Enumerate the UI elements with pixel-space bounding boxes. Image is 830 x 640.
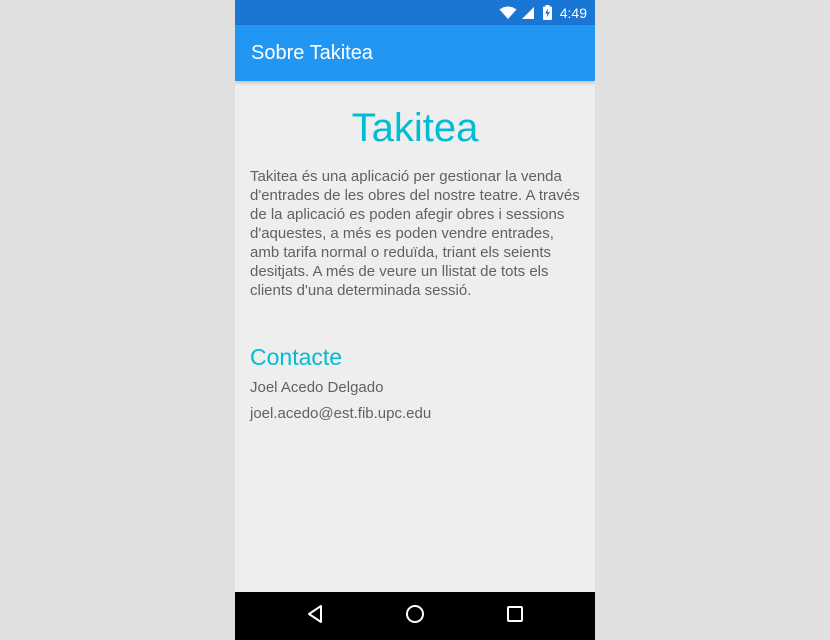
app-title: Takitea <box>351 106 479 150</box>
status-time: 4:49 <box>559 4 587 21</box>
recents-icon <box>506 605 524 628</box>
back-button[interactable] <box>285 592 345 640</box>
status-icons: 4:49 <box>499 0 587 25</box>
status-bar: 4:49 <box>235 0 595 25</box>
home-button[interactable] <box>385 592 445 640</box>
battery-charging-icon <box>542 5 552 20</box>
phone-screen: 4:49 Sobre Takitea Takitea Takitea és un… <box>235 0 595 640</box>
about-content: Takitea Takitea és una aplicació per ges… <box>235 81 595 592</box>
app-bar: Sobre Takitea <box>235 25 595 81</box>
recents-button[interactable] <box>485 592 545 640</box>
contact-name: Joel Acedo Delgado <box>250 379 384 396</box>
navigation-bar <box>235 592 595 640</box>
wifi-icon <box>499 6 517 20</box>
signal-icon <box>521 6 535 20</box>
back-icon <box>306 604 324 629</box>
app-bar-title: Sobre Takitea <box>251 42 373 64</box>
app-description: Takitea és una aplicació per gestionar l… <box>250 168 580 299</box>
contact-heading: Contacte <box>250 344 343 370</box>
contact-email[interactable]: joel.acedo@est.fib.upc.edu <box>250 404 431 424</box>
home-icon <box>405 604 425 629</box>
